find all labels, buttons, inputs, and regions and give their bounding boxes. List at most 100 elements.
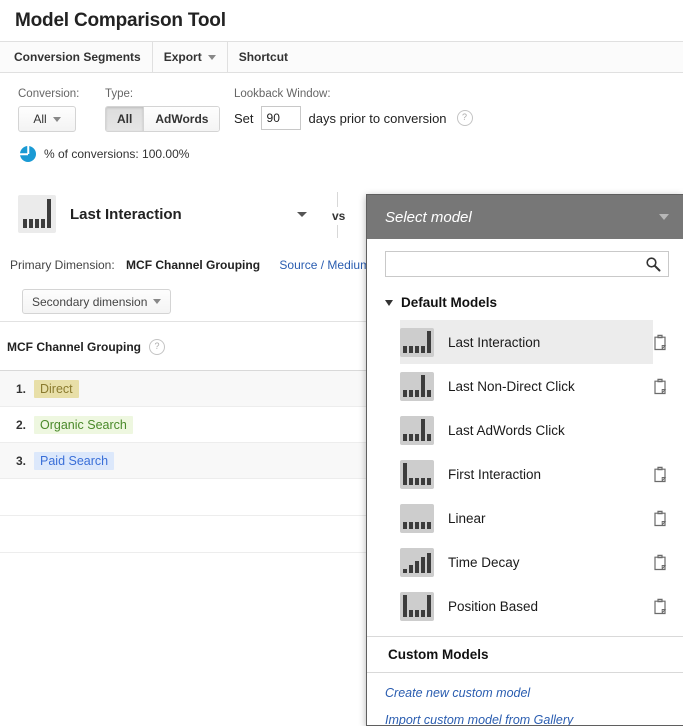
import-custom-model-link[interactable]: Import custom model from Gallery: [367, 700, 683, 725]
primary-dimension-label: Primary Dimension:: [10, 258, 115, 272]
table-row-channel-label[interactable]: Paid Search: [34, 451, 115, 470]
bar-segment: [403, 345, 407, 353]
default-models-group-header[interactable]: Default Models: [367, 285, 683, 318]
table-row-rank: 1.: [15, 381, 26, 396]
model-dropdown-caret-icon[interactable]: [297, 212, 307, 217]
bar-segment: [421, 477, 425, 485]
bar-segment: [421, 345, 425, 353]
bar-segment: [409, 609, 413, 617]
chevron-down-icon[interactable]: [385, 299, 393, 306]
model-list-item[interactable]: Last Non-Direct Click: [367, 364, 683, 408]
conversion-select[interactable]: All: [18, 106, 76, 132]
bar-segment: [403, 462, 407, 485]
custom-models-section: Custom Models Create new custom model Im…: [367, 636, 683, 725]
bar-segment: [409, 564, 413, 573]
create-custom-model-link[interactable]: Create new custom model: [367, 673, 683, 700]
model-list-item-hit[interactable]: Last Interaction: [400, 320, 653, 364]
type-filter-group: Type: All AdWords: [105, 88, 221, 132]
bar-segment: [47, 199, 51, 228]
bar-segment: [409, 345, 413, 353]
bar-segment: [409, 389, 413, 397]
bar-segment: [427, 521, 431, 529]
lookback-prefix: Set: [234, 110, 254, 126]
copy-model-icon[interactable]: [653, 466, 667, 483]
search-icon[interactable]: [645, 256, 661, 272]
model-list-item-hit[interactable]: First Interaction: [400, 452, 653, 496]
bar-segment: [409, 433, 413, 441]
conversions-percent-text: % of conversions: 100.00%: [44, 147, 190, 161]
bar-segment: [415, 389, 419, 397]
table-row-rank: 3.: [15, 453, 26, 468]
bar-segment: [415, 433, 419, 441]
bar-segment: [403, 433, 407, 441]
type-option-label: All: [117, 112, 133, 126]
model-list-item-hit[interactable]: Time Decay: [400, 540, 653, 584]
model-search-input[interactable]: [386, 252, 668, 276]
table-row-channel-label[interactable]: Direct: [34, 379, 79, 398]
secondary-dimension-button[interactable]: Secondary dimension: [22, 289, 172, 314]
selected-model-name: Last Interaction: [70, 205, 182, 223]
model-list-item-label: Last AdWords Click: [448, 422, 565, 438]
attribution-model-icon: [18, 195, 56, 233]
model-list-item[interactable]: First Interaction: [367, 452, 683, 496]
model-list-item-hit[interactable]: Linear: [400, 496, 653, 540]
conversion-select-value: All: [33, 112, 47, 126]
table-row-channel-label[interactable]: Organic Search: [34, 415, 133, 434]
bar-segment: [415, 521, 419, 529]
model-list-item-hit[interactable]: Last AdWords Click: [400, 408, 653, 452]
model-list-item-label: Last Non-Direct Click: [448, 378, 575, 394]
model-list-item[interactable]: Time Decay: [367, 540, 683, 584]
copy-model-icon[interactable]: [653, 510, 667, 527]
model-list-item[interactable]: Last AdWords Click: [367, 408, 683, 452]
toolbar-item-shortcut[interactable]: Shortcut: [228, 42, 299, 72]
help-icon[interactable]: ?: [149, 338, 165, 355]
toolbar-item-label: Export: [163, 50, 202, 64]
help-icon[interactable]: ?: [456, 110, 473, 126]
select-model-panel: Select model Default Models Last Interac…: [366, 194, 683, 726]
pie-chart-icon: [20, 146, 36, 162]
model-list-item-hit[interactable]: Last Non-Direct Click: [400, 364, 653, 408]
bar-segment: [403, 568, 407, 573]
type-option-label: AdWords: [155, 112, 209, 126]
model-list-item-hit[interactable]: Position Based: [400, 584, 653, 628]
bar-segment: [427, 594, 431, 617]
bar-segment: [409, 521, 413, 529]
page-title: Model Comparison Tool: [15, 10, 226, 31]
bar-segment: [421, 418, 425, 441]
bar-segment: [415, 561, 419, 573]
model-list-item[interactable]: Last Interaction: [367, 320, 683, 364]
table-column-header[interactable]: MCF Channel Grouping: [7, 340, 141, 354]
attribution-model-icon: [400, 415, 434, 445]
model-list-item-label: Last Interaction: [448, 334, 541, 350]
bar-segment: [415, 345, 419, 353]
chevron-down-icon[interactable]: [659, 214, 669, 220]
bar-segment: [427, 433, 431, 441]
bar-segment: [421, 521, 425, 529]
copy-model-icon[interactable]: [653, 334, 667, 351]
selected-model-chip[interactable]: Last Interaction: [18, 195, 182, 233]
model-list-item[interactable]: Linear: [367, 496, 683, 540]
model-list-item-label: Position Based: [448, 598, 539, 614]
lookback-row: Set days prior to conversion ?: [234, 106, 473, 130]
attribution-model-icon: [400, 503, 434, 533]
model-search-box: [385, 251, 669, 277]
lookback-window-group: Lookback Window: Set days prior to conve…: [234, 88, 473, 130]
type-option-adwords[interactable]: AdWords: [144, 107, 220, 131]
lookback-days-input[interactable]: [260, 106, 301, 130]
select-model-panel-header[interactable]: Select model: [367, 195, 683, 239]
primary-dimension-link-source-medium[interactable]: Source / Medium: [279, 258, 370, 272]
model-list-item[interactable]: Position Based: [367, 584, 683, 628]
bar-segment: [427, 477, 431, 485]
toolbar: Conversion Segments Export Shortcut: [0, 41, 683, 73]
toolbar-item-export[interactable]: Export: [153, 42, 228, 72]
copy-model-icon[interactable]: [653, 598, 667, 615]
conversions-percent-row: % of conversions: 100.00%: [20, 146, 189, 162]
copy-model-icon[interactable]: [653, 554, 667, 571]
type-label: Type:: [105, 88, 134, 100]
toolbar-item-conversion-segments[interactable]: Conversion Segments: [14, 42, 153, 72]
bar-segment: [403, 594, 407, 617]
copy-model-icon[interactable]: [653, 378, 667, 395]
type-option-all[interactable]: All: [106, 107, 145, 131]
primary-dimension-active[interactable]: MCF Channel Grouping: [126, 258, 260, 272]
type-segmented-control: All AdWords: [105, 106, 221, 132]
